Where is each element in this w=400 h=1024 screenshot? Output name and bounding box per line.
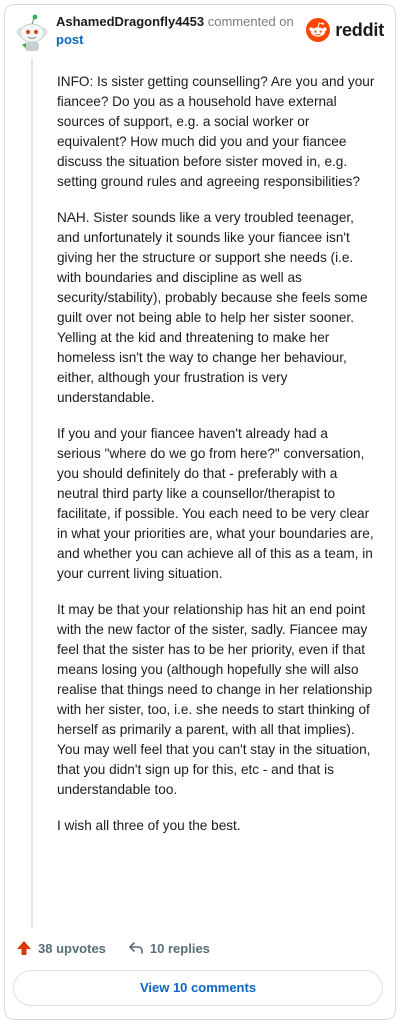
- reply-arrow-icon: [129, 942, 143, 954]
- post-link[interactable]: post: [56, 31, 310, 49]
- thread-line: [31, 58, 33, 928]
- username[interactable]: AshamedDragonfly4453: [56, 14, 204, 29]
- upvote-button[interactable]: 38 upvotes: [16, 940, 106, 956]
- comment-paragraph: INFO: Is sister getting counselling? Are…: [57, 74, 375, 189]
- user-avatar[interactable]: [14, 12, 50, 52]
- replies-button[interactable]: 10 replies: [128, 940, 210, 956]
- comment-paragraph: NAH. Sister sounds like a very troubled …: [57, 210, 368, 405]
- upvote-count: 38 upvotes: [38, 940, 106, 956]
- upvote-arrow-icon: [17, 941, 31, 955]
- comment-header: AshamedDragonfly4453 commented on post: [56, 13, 310, 49]
- comment-action-text: commented on: [207, 14, 294, 29]
- reddit-logo-icon: [306, 18, 331, 42]
- comment-actions: 38 upvotes 10 replies: [16, 940, 232, 956]
- comment-paragraph: I wish all three of you the best.: [57, 818, 241, 833]
- view-comments-button[interactable]: View 10 comments: [13, 970, 383, 1006]
- comment-paragraph: It may be that your relationship has hit…: [57, 602, 373, 797]
- reddit-logo: reddit: [306, 18, 384, 42]
- reddit-wordmark: reddit: [335, 19, 384, 40]
- reply-count: 10 replies: [149, 940, 210, 956]
- comment-paragraph: If you and your fiancee haven't already …: [57, 426, 374, 581]
- comment-body: INFO: Is sister getting counselling? Are…: [57, 72, 375, 852]
- snoo-avatar-icon: [17, 14, 47, 51]
